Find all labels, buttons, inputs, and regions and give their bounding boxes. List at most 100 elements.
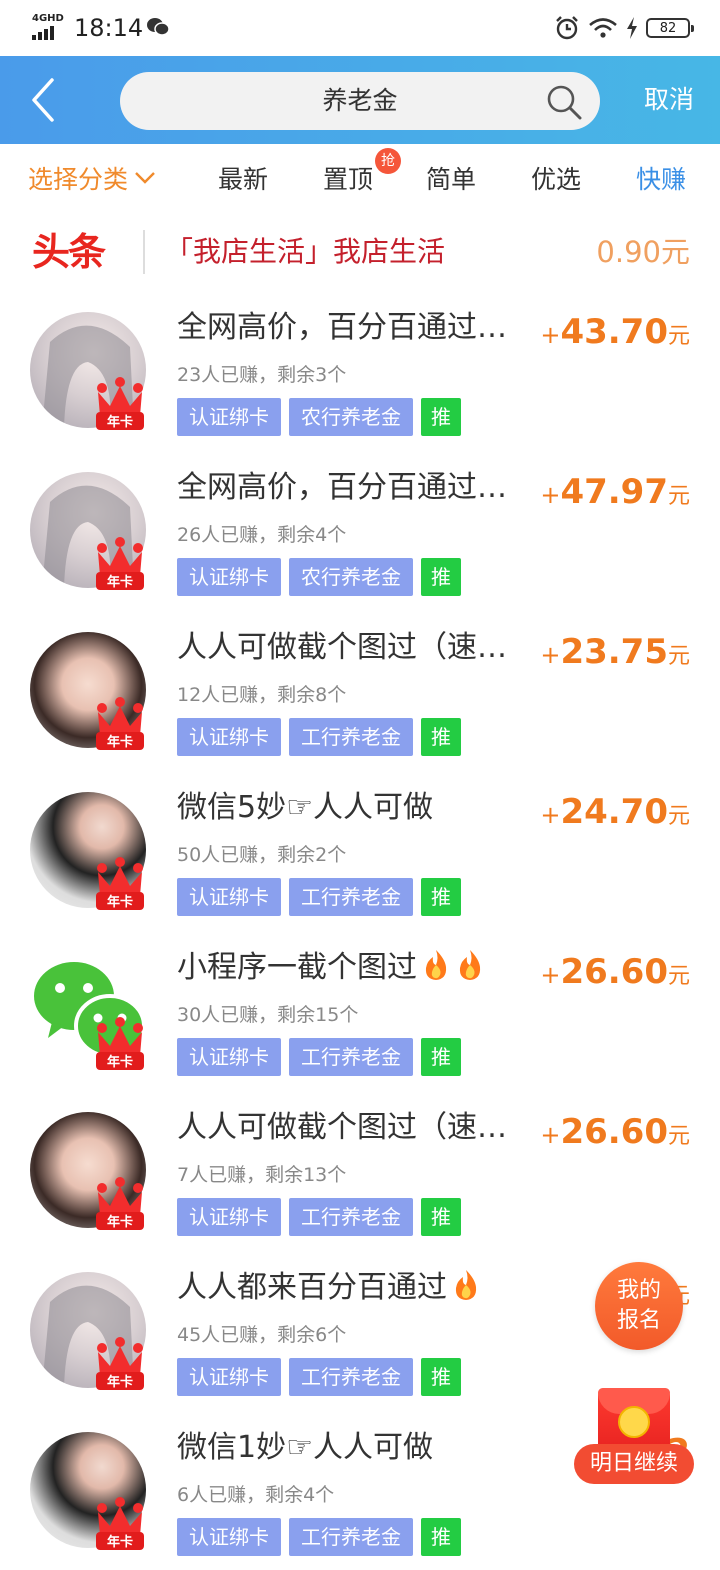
fire-icon (455, 1270, 477, 1300)
headline-amount: 0.90元 (596, 235, 690, 269)
task-reward: +26.60元 (540, 1110, 690, 1160)
annual-card-label: 年卡 (107, 1374, 133, 1390)
reward-plus: + (540, 801, 561, 829)
wechat-icon (147, 18, 170, 36)
grab-badge: 抢 (375, 148, 401, 174)
signup-line1: 我的 (616, 1278, 661, 1303)
headline-text[interactable]: 「我店生活」我店生活 (165, 230, 445, 274)
tab-category[interactable]: 选择分类 (28, 144, 156, 216)
tag: 认证绑卡 (177, 1358, 281, 1396)
task-reward: +23.75元 (540, 630, 690, 680)
reward-amount: 26.60 (560, 1112, 668, 1152)
task-list: 年卡 全网高价，百分百通过… 23人已赚，剩余3个 认证绑卡 农行养老金 推 +… (0, 290, 720, 1570)
task-title: 全网高价，百分百通过… (177, 470, 507, 505)
annual-card-crown-icon: 年卡 (96, 1177, 144, 1230)
tag: 认证绑卡 (177, 1038, 281, 1076)
filter-tabs: 选择分类 最新 置顶 抢 简单 优选 快赚 (0, 144, 720, 216)
task-item[interactable]: 年卡 微信5妙☞人人可做 50人已赚，剩余2个 认证绑卡 工行养老金 推 +24… (0, 770, 720, 930)
task-stats: 45人已赚，剩余6个 (177, 1324, 347, 1346)
task-reward: +47.97元 (540, 470, 690, 520)
tag: 工行养老金 (289, 1518, 413, 1556)
task-stats: 30人已赚，剩余15个 (177, 1004, 359, 1026)
reward-plus: + (540, 641, 561, 669)
tag: 认证绑卡 (177, 878, 281, 916)
tab-newest[interactable]: 最新 (218, 144, 268, 216)
task-title: 全网高价，百分百通过… (177, 310, 507, 345)
cancel-button[interactable]: 取消 (644, 56, 694, 144)
annual-card-label: 年卡 (107, 1534, 133, 1550)
reward-plus: + (540, 1121, 561, 1149)
tag: 农行养老金 (289, 398, 413, 436)
task-item[interactable]: 年卡 人人可做截个图过（速… 7人已赚，剩余13个 认证绑卡 工行养老金 推 +… (0, 1090, 720, 1250)
red-packet-label: 明日继续 (574, 1444, 694, 1484)
reward-unit: 元 (667, 484, 690, 509)
status-bar: 4GHD 18:14 82 (0, 0, 720, 56)
tag: 认证绑卡 (177, 558, 281, 596)
recommend-tag: 推 (421, 878, 461, 916)
annual-card-crown-icon: 年卡 (96, 857, 144, 910)
annual-card-crown-icon: 年卡 (96, 537, 144, 590)
network-label: 4GHD (32, 13, 64, 24)
search-header: 养老金 取消 (0, 56, 720, 144)
task-item[interactable]: 年卡 全网高价，百分百通过… 26人已赚，剩余4个 认证绑卡 农行养老金 推 +… (0, 450, 720, 610)
tag: 认证绑卡 (177, 1198, 281, 1236)
task-title: 小程序一截个图过 (177, 946, 532, 990)
annual-card-crown-icon: 年卡 (96, 1497, 144, 1550)
reward-unit: 元 (667, 964, 690, 989)
tag: 认证绑卡 (177, 1518, 281, 1556)
tag: 工行养老金 (289, 1358, 413, 1396)
task-stats: 23人已赚，剩余3个 (177, 364, 347, 386)
annual-card-crown-icon: 年卡 (96, 1337, 144, 1390)
fire-icon (425, 950, 447, 980)
tab-category-label: 选择分类 (28, 165, 129, 194)
tag: 农行养老金 (289, 558, 413, 596)
task-item[interactable]: 年卡 全网高价，百分百通过… 23人已赚，剩余3个 认证绑卡 农行养老金 推 +… (0, 290, 720, 450)
task-stats: 26人已赚，剩余4个 (177, 524, 347, 546)
clock: 18:14 (74, 14, 144, 42)
alarm-icon (556, 16, 578, 40)
task-reward: +43.70元 (540, 310, 690, 360)
headline-banner[interactable]: 头条 「我店生活」我店生活 0.90元 (0, 216, 720, 290)
reward-unit: 元 (667, 644, 690, 669)
signal-icon: 4GHD (32, 14, 70, 40)
task-stats: 7人已赚，剩余13个 (177, 1164, 347, 1186)
back-arrow-icon[interactable] (24, 74, 64, 126)
task-title-text: 小程序一截个图过 (177, 950, 417, 985)
recommend-tag: 推 (421, 558, 461, 596)
recommend-tag: 推 (421, 1038, 461, 1076)
tab-pick[interactable]: 优选 (531, 144, 581, 216)
search-icon[interactable] (546, 84, 582, 120)
fire-icon (459, 950, 481, 980)
tab-top[interactable]: 置顶 抢 (323, 144, 401, 216)
tag: 工行养老金 (289, 718, 413, 756)
divider (143, 230, 145, 274)
annual-card-crown-icon: 年卡 (96, 697, 144, 750)
annual-card-label: 年卡 (107, 734, 133, 750)
tag: 工行养老金 (289, 1198, 413, 1236)
signup-line2: 报名 (616, 1308, 661, 1333)
recommend-tag: 推 (421, 1198, 461, 1236)
tab-simple[interactable]: 简单 (426, 144, 476, 216)
search-input[interactable]: 养老金 (120, 72, 600, 130)
task-reward: +24.70元 (540, 790, 690, 840)
red-packet-button[interactable]: 明日继续 (574, 1388, 694, 1488)
reward-plus: + (540, 961, 561, 989)
tag: 认证绑卡 (177, 718, 281, 756)
recommend-tag: 推 (421, 718, 461, 756)
annual-card-crown-icon: 年卡 (96, 1017, 144, 1070)
task-title: 微信5妙☞人人可做 (177, 790, 433, 825)
tag: 工行养老金 (289, 878, 413, 916)
reward-plus: + (540, 321, 561, 349)
tag: 工行养老金 (289, 1038, 413, 1076)
headline-logo: 头条 (32, 230, 106, 274)
recommend-tag: 推 (421, 1358, 461, 1396)
annual-card-label: 年卡 (107, 574, 133, 590)
my-signup-button[interactable]: 我的 报名 (595, 1262, 683, 1350)
annual-card-label: 年卡 (107, 414, 133, 430)
reward-amount: 23.75 (560, 632, 668, 672)
charging-icon (627, 17, 637, 39)
task-item[interactable]: 年卡 小程序一截个图过 30人已赚，剩余15个 认证绑卡 工行养老金 推 +26… (0, 930, 720, 1090)
task-item[interactable]: 年卡 人人可做截个图过（速… 12人已赚，剩余8个 认证绑卡 工行养老金 推 +… (0, 610, 720, 770)
tab-fast[interactable]: 快赚 (636, 144, 686, 216)
reward-amount: 26.60 (560, 952, 668, 992)
